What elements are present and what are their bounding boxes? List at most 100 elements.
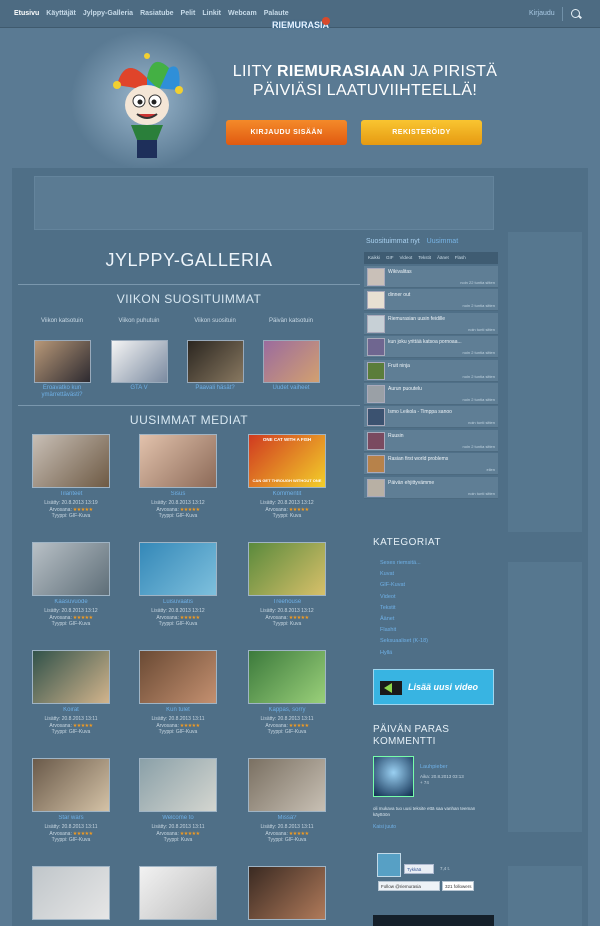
list-item-title[interactable]: Rasian first world problems bbox=[388, 456, 448, 462]
media-title[interactable]: Kappas, sorry bbox=[242, 707, 332, 716]
list-item[interactable]: kun joku yrittää katsoa pornoaa... noin 2… bbox=[364, 336, 498, 359]
category-link[interactable]: Äänet bbox=[380, 614, 428, 625]
twitter-follower-count: 321 followers bbox=[442, 881, 474, 891]
list-item-title[interactable]: Fruit ninja bbox=[388, 363, 410, 369]
list-item[interactable]: Riemurasian uusin feidille noin tunti sit… bbox=[364, 312, 498, 335]
facebook-like-button[interactable]: Tykkää bbox=[404, 864, 434, 874]
search-icon[interactable] bbox=[571, 9, 580, 18]
list-item[interactable]: Wikivalitas noin 22 tuntia sitten bbox=[364, 266, 498, 288]
login-button[interactable]: KIRJAUDU SISÄÄN bbox=[226, 120, 347, 145]
media-title[interactable]: Tilanteet bbox=[26, 491, 116, 500]
tab-newest[interactable]: Uusimmat bbox=[427, 238, 459, 245]
list-item-title[interactable]: kun joku yrittää katsoa pornoaa... bbox=[388, 339, 462, 345]
list-item[interactable]: Rasian first world problems eilen bbox=[364, 453, 498, 476]
media-thumbnail[interactable] bbox=[32, 650, 110, 704]
media-title[interactable]: Missä? bbox=[242, 815, 332, 824]
filter-texts[interactable]: Tekstit bbox=[418, 255, 431, 261]
media-title[interactable]: Kaasuvuode bbox=[26, 599, 116, 608]
weekly-item-thumbnail[interactable] bbox=[33, 340, 91, 383]
media-thumbnail[interactable] bbox=[139, 650, 217, 704]
category-link[interactable]: Tekstit bbox=[380, 603, 428, 614]
weekly-item-title[interactable]: Uudet vaiheet bbox=[256, 385, 326, 392]
list-item-title[interactable]: Riemurasian uusin feidille bbox=[388, 316, 445, 322]
category-link[interactable]: Flashit bbox=[380, 625, 428, 636]
nav-item-kayttajat[interactable]: Käyttäjät bbox=[46, 10, 76, 17]
nav-item-palaute[interactable]: Palaute bbox=[264, 10, 289, 17]
media-type-row: Tyyppi: Kuva bbox=[133, 837, 223, 844]
category-link[interactable]: Sexes riemsitä... bbox=[380, 558, 428, 569]
list-item[interactable]: dinner out noin 2 tuntia sitten bbox=[364, 289, 498, 312]
twitter-follow-button[interactable]: Follow @riemurasia bbox=[378, 881, 440, 891]
category-link[interactable]: Seksuaaliset (K-18) bbox=[380, 636, 428, 647]
list-item[interactable]: Ruusin noin 2 tuntia sitten bbox=[364, 429, 498, 452]
filter-all[interactable]: Kaikki bbox=[368, 255, 380, 261]
avatar[interactable] bbox=[373, 756, 414, 797]
nav-item-etusivu[interactable]: Etusivu bbox=[14, 10, 39, 17]
weekly-item-title[interactable]: GTA V bbox=[104, 385, 174, 392]
category-link[interactable]: Kuvat bbox=[380, 569, 428, 580]
tab-popular-now[interactable]: Suosituimmat nyt bbox=[366, 238, 420, 245]
login-link[interactable]: Kirjaudu bbox=[529, 10, 555, 17]
divider bbox=[18, 284, 360, 285]
list-item-title[interactable]: Wikivalitas bbox=[388, 269, 412, 275]
media-title[interactable]: Kun tulet bbox=[133, 707, 223, 716]
media-thumbnail[interactable] bbox=[139, 434, 217, 488]
media-thumbnail[interactable] bbox=[32, 758, 110, 812]
media-thumbnail[interactable] bbox=[248, 758, 326, 812]
category-link[interactable]: Hyllä bbox=[380, 648, 428, 659]
nav-item-webcam[interactable]: Webcam bbox=[228, 10, 257, 17]
list-item-title[interactable]: Ismo Leikola - Timppa sanoo bbox=[388, 409, 452, 415]
media-title[interactable]: Luisuvaatis bbox=[133, 599, 223, 608]
media-thumbnail[interactable] bbox=[32, 542, 110, 596]
media-title[interactable]: Treehouse bbox=[242, 599, 332, 608]
filter-sounds[interactable]: Äänet bbox=[437, 255, 449, 261]
list-item-title[interactable]: dinner out bbox=[388, 292, 410, 298]
list-item-title[interactable]: Aurun puoutelu bbox=[388, 386, 422, 392]
type-label: Tyyppi: bbox=[51, 621, 68, 627]
register-button[interactable]: REKISTERÖIDY bbox=[361, 120, 482, 145]
media-thumbnail[interactable] bbox=[139, 758, 217, 812]
list-item-title[interactable]: Ruusin bbox=[388, 433, 404, 439]
add-video-button[interactable]: Lisää uusi video bbox=[373, 669, 494, 705]
rating-label: Arvosana: bbox=[265, 722, 288, 729]
site-logo[interactable]: RIEMURASIA bbox=[272, 20, 329, 30]
nav-item-linkit[interactable]: Linkit bbox=[202, 10, 221, 17]
filter-gif[interactable]: GIF bbox=[386, 255, 394, 261]
media-title[interactable]: Koirat bbox=[26, 707, 116, 716]
nav-item-pelit[interactable]: Pelit bbox=[181, 10, 196, 17]
weekly-item-thumbnail[interactable] bbox=[186, 340, 244, 383]
comment-read-more-link[interactable]: Kaisi juuto bbox=[373, 824, 396, 830]
media-thumbnail[interactable] bbox=[248, 650, 326, 704]
media-thumbnail[interactable] bbox=[248, 542, 326, 596]
list-item-thumbnail bbox=[367, 361, 385, 380]
weekly-item-title[interactable]: Paavali häsät? bbox=[180, 385, 250, 392]
video-player-preview[interactable] bbox=[373, 915, 494, 926]
category-link[interactable]: Videot bbox=[380, 592, 428, 603]
list-item[interactable]: Fruit ninja noin 2 tuntia sitten bbox=[364, 359, 498, 382]
list-item-title[interactable]: Päivän ehjittyvämme bbox=[388, 480, 434, 486]
comment-username[interactable]: Lauhpieber bbox=[420, 764, 448, 770]
nav-item-rasiatube[interactable]: Rasiatube bbox=[140, 10, 173, 17]
media-thumbnail[interactable] bbox=[248, 866, 326, 920]
weekly-item-title[interactable]: Eroavatko kun ymärrettävästi? bbox=[27, 385, 97, 399]
list-item[interactable]: Päivän ehjittyvämme noin tunti sitten bbox=[364, 476, 498, 499]
added-date: 20.8.2013 13:12 bbox=[61, 608, 98, 614]
media-title[interactable]: Welcome to bbox=[133, 815, 223, 824]
media-thumbnail[interactable] bbox=[139, 866, 217, 920]
media-thumbnail[interactable] bbox=[32, 434, 110, 488]
media-title[interactable]: Kommentit bbox=[242, 491, 332, 500]
filter-videos[interactable]: Videot bbox=[400, 255, 413, 261]
media-title[interactable]: Star wars bbox=[26, 815, 116, 824]
media-thumbnail[interactable]: ONE CAT WITH A FISH CAN GET THROUGH WITHO… bbox=[248, 434, 326, 488]
media-meta: Lisätty: 20.8.2013 13:12 Arvosana: ★★★★★ T… bbox=[133, 500, 223, 520]
list-item[interactable]: Aurun puoutelu noin 2 tuntia sitten bbox=[364, 383, 498, 405]
media-thumbnail[interactable] bbox=[32, 866, 110, 920]
weekly-item-thumbnail[interactable] bbox=[110, 340, 168, 383]
category-link[interactable]: GIF-Kuvat bbox=[380, 580, 428, 591]
media-thumbnail[interactable] bbox=[139, 542, 217, 596]
filter-flash[interactable]: Flash bbox=[455, 255, 466, 261]
list-item[interactable]: Ismo Leikola - Timppa sanoo noin tunti si… bbox=[364, 406, 498, 429]
weekly-item-thumbnail[interactable] bbox=[262, 340, 320, 383]
media-title[interactable]: Sisus bbox=[133, 491, 223, 500]
nav-item-jylppy-galleria[interactable]: Jylppy-Galleria bbox=[83, 10, 133, 17]
